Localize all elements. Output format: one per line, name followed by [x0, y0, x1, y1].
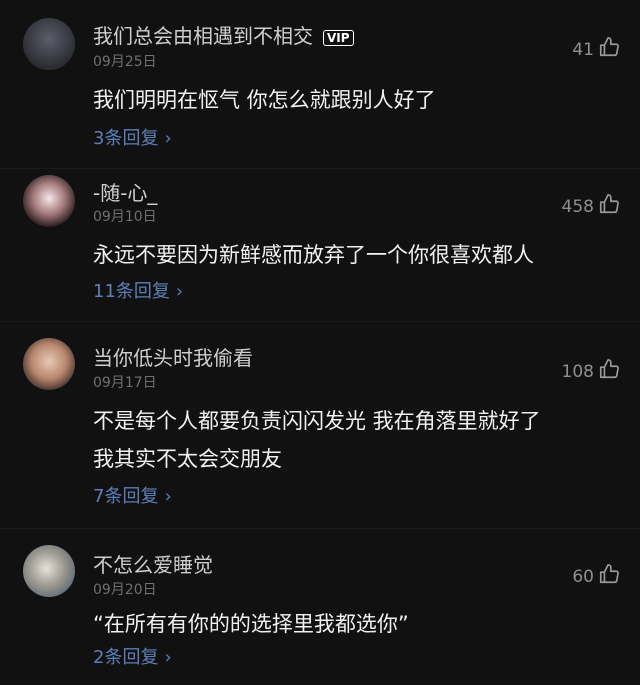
replies-count: 11条回复	[93, 281, 170, 302]
thumbs-up-icon	[594, 193, 620, 220]
comment-text: 我们明明在怄气 你怎么就跟别人好了	[93, 81, 436, 119]
avatar[interactable]	[23, 18, 75, 70]
like-count: 60	[572, 566, 594, 587]
like-button[interactable]: 60	[572, 563, 620, 590]
like-count: 108	[561, 361, 594, 382]
avatar[interactable]	[23, 545, 75, 597]
comment-date: 09月17日	[93, 375, 157, 391]
comment-line: 不是每个人都要负责闪闪发光 我在角落里就好了	[93, 409, 541, 433]
replies-count: 7条回复	[93, 486, 159, 507]
comment-date: 09月20日	[93, 582, 157, 598]
chevron-right-icon: ›	[175, 281, 184, 302]
like-count: 458	[561, 196, 594, 217]
avatar[interactable]	[23, 175, 75, 227]
comment-line: 我其实不太会交朋友	[93, 447, 282, 471]
chevron-right-icon: ›	[164, 128, 172, 149]
comment-text: 永远不要因为新鲜感而放弃了一个你很喜欢都人	[93, 236, 534, 274]
thumbs-up-icon	[594, 358, 620, 385]
view-replies-link[interactable]: 3条回复 ›	[93, 124, 172, 150]
comment-item: -随-心_ 09月10日 458 永远不要因为新鲜感而放弃了一个你很喜欢都人 1…	[0, 169, 640, 322]
like-button[interactable]: 41	[572, 36, 620, 63]
replies-count: 2条回复	[93, 647, 159, 668]
chevron-right-icon: ›	[164, 647, 172, 668]
comment-line: 永远不要因为新鲜感而放弃了一个你很喜欢都人	[93, 243, 534, 267]
thumbs-up-icon	[594, 563, 620, 590]
comment-item: 我们总会由相遇到不相交 VIP 09月25日 41 我们明明在怄气 你怎么就跟别人…	[0, 0, 640, 169]
comment-line: “在所有有你的的选择里我都选你”	[93, 612, 409, 636]
like-button[interactable]: 458	[562, 193, 620, 220]
username[interactable]: -随-心_	[93, 177, 157, 206]
like-count: 41	[572, 39, 594, 60]
comment-item: 不怎么爱睡觉 09月20日 60 “在所有有你的的选择里我都选你” 2条回复 ›	[0, 529, 640, 685]
avatar[interactable]	[23, 338, 75, 390]
comment-date: 09月10日	[93, 209, 157, 225]
username[interactable]: 我们总会由相遇到不相交 VIP	[93, 20, 354, 49]
chevron-right-icon: ›	[164, 486, 172, 507]
view-replies-link[interactable]: 7条回复 ›	[93, 482, 172, 508]
username[interactable]: 不怎么爱睡觉	[93, 549, 213, 578]
comment-text: “在所有有你的的选择里我都选你”	[93, 605, 409, 643]
comment-text: 不是每个人都要负责闪闪发光 我在角落里就好了 我其实不太会交朋友	[93, 402, 541, 478]
comment-line: 我们明明在怄气 你怎么就跟别人好了	[93, 88, 436, 112]
comment-item: 当你低头时我偷看 09月17日 108 不是每个人都要负责闪闪发光 我在角落里就…	[0, 322, 640, 529]
thumbs-up-icon	[594, 36, 620, 63]
username[interactable]: 当你低头时我偷看	[93, 342, 253, 371]
vip-badge: VIP	[323, 29, 354, 46]
comment-date: 09月25日	[93, 54, 157, 70]
comment-list: 我们总会由相遇到不相交 VIP 09月25日 41 我们明明在怄气 你怎么就跟别人…	[0, 0, 640, 685]
replies-count: 3条回复	[93, 128, 159, 149]
like-button[interactable]: 108	[562, 358, 620, 385]
view-replies-link[interactable]: 2条回复 ›	[93, 643, 172, 669]
view-replies-link[interactable]: 11条回复 ›	[93, 277, 183, 303]
